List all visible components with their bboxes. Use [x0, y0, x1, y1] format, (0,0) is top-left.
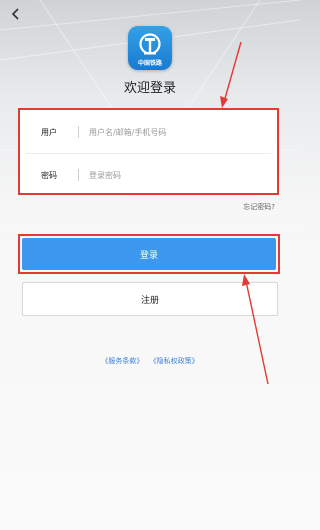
logo-caption: 中国铁路 [137, 60, 162, 67]
row-divider [26, 153, 271, 154]
app-logo: 中国铁路 [128, 26, 172, 70]
terms-links: 《服务条款》 《隐私权政策》 [0, 356, 300, 366]
username-label: 用户 [41, 127, 57, 137]
annotation-arrowhead-form [220, 96, 228, 108]
field-divider [78, 169, 79, 181]
username-row: 用户 [20, 112, 277, 152]
password-input[interactable] [89, 170, 259, 180]
register-button[interactable]: 注册 [22, 282, 278, 316]
password-row: 密码 [20, 155, 277, 195]
back-button[interactable] [6, 4, 26, 24]
login-form: 用户 密码 [18, 108, 279, 195]
terms-of-service-link[interactable]: 《服务条款》 [101, 357, 143, 365]
login-highlight: 登录 [18, 234, 280, 274]
page-title: 欢迎登录 [123, 81, 176, 96]
forgot-password-link[interactable]: 忘记密码? [243, 202, 275, 212]
username-input[interactable] [89, 127, 259, 137]
privacy-policy-link[interactable]: 《隐私权政策》 [150, 357, 199, 365]
chevron-left-icon [11, 8, 19, 20]
field-divider [78, 126, 79, 138]
password-label: 密码 [41, 170, 57, 180]
login-button[interactable]: 登录 [22, 238, 276, 270]
